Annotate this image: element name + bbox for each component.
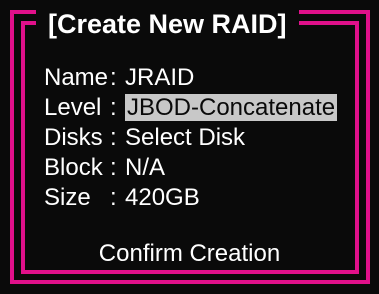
field-row-level[interactable]: Level: JBOD-Concatenate (44, 94, 338, 121)
field-label-level: Level (44, 94, 102, 121)
field-label-size: Size (44, 184, 91, 211)
field-row-name[interactable]: Name: JRAID (44, 65, 194, 91)
field-value-block: N/A (125, 154, 166, 181)
field-separator: : (110, 124, 117, 151)
field-separator: : (110, 64, 117, 91)
field-row-size[interactable]: Size:420GB (44, 185, 200, 211)
field-label-block: Block (44, 154, 103, 181)
confirm-creation-button[interactable]: Confirm Creation (0, 240, 379, 268)
field-separator: : (110, 154, 117, 181)
field-separator: : (110, 94, 117, 121)
field-separator: : (110, 184, 117, 211)
field-row-disks[interactable]: Disks: Select Disk (44, 125, 245, 151)
field-value-name: JRAID (125, 64, 195, 91)
dialog-title: [Create New RAID] (36, 4, 299, 44)
field-value-disks: Select Disk (125, 124, 246, 151)
field-value-level-selected[interactable]: JBOD-Concatenate (125, 94, 338, 121)
field-value-size: 420GB (125, 184, 200, 211)
field-row-block[interactable]: Block: N/A (44, 155, 165, 181)
field-label-disks: Disks (44, 124, 103, 151)
raid-dialog-screen: [Create New RAID] Name: JRAID Level: JBOD-… (0, 0, 379, 294)
field-label-name: Name (44, 64, 109, 91)
